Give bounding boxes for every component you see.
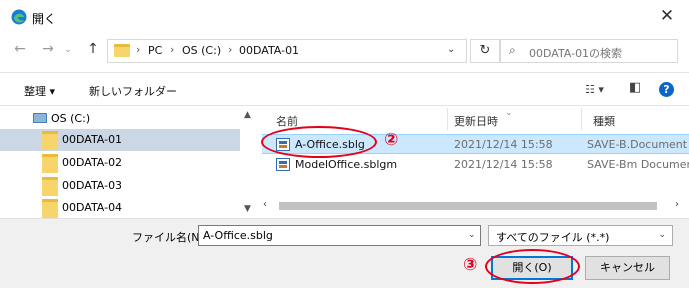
file-row-a-office[interactable]: A-Office.sblg 2021/12/14 15:58 SAVE-B.Do…	[262, 134, 689, 154]
folder-icon	[42, 131, 58, 150]
file-date: 2021/12/14 15:58	[454, 158, 553, 171]
search-box[interactable]: ⌕ 00DATA-01の検索	[500, 39, 678, 63]
refresh-button[interactable]: ↻	[470, 39, 500, 63]
filename-label: ファイル名(N):	[132, 231, 208, 244]
drive-icon	[33, 113, 47, 123]
up-arrow-icon[interactable]: ↑	[85, 41, 101, 57]
file-list-hscrollbar[interactable]: ‹ ›	[257, 197, 689, 215]
edge-browser-icon	[11, 9, 27, 25]
view-options-icon[interactable]: ☷ ▾	[585, 83, 604, 96]
filter-value: すべてのファイル (*.*)	[496, 231, 610, 244]
chevron-right-icon: ›	[170, 43, 175, 56]
file-type: SAVE-B.Document	[587, 138, 688, 151]
sort-indicator-icon: ⌄	[505, 108, 513, 118]
tree-item-label: 00DATA-04	[62, 201, 123, 214]
file-type: SAVE-Bm Document	[587, 158, 689, 171]
annotation-number-3: ③	[463, 255, 478, 275]
tree-item-drive[interactable]: OS (C:)	[0, 108, 240, 130]
file-name: ModelOffice.sblgm	[295, 158, 398, 171]
document-icon	[276, 138, 290, 151]
address-bar[interactable]: › PC › OS (C:) › 00DATA-01	[107, 39, 467, 63]
scroll-left-icon[interactable]: ‹	[263, 199, 267, 210]
chevron-down-icon[interactable]: ⌄	[468, 230, 476, 240]
forward-arrow-icon[interactable]: →	[40, 41, 56, 57]
scroll-down-icon[interactable]: ▼	[244, 204, 251, 214]
breadcrumb-pc[interactable]: PC	[148, 44, 162, 57]
tree-item-label: OS (C:)	[51, 112, 91, 125]
folder-icon	[42, 154, 58, 173]
file-row-modeloffice[interactable]: ModelOffice.sblgm 2021/12/14 15:58 SAVE-…	[262, 155, 689, 175]
tree-item-00data-01[interactable]: 00DATA-01	[0, 129, 240, 151]
breadcrumb-drive[interactable]: OS (C:)	[182, 44, 221, 57]
file-name: A-Office.sblg	[295, 138, 365, 151]
tree-item-label: 00DATA-01	[62, 133, 123, 146]
column-header-type[interactable]: 種類	[593, 113, 615, 129]
folder-icon	[42, 177, 58, 196]
folder-icon	[114, 44, 130, 57]
file-type-filter[interactable]: すべてのファイル (*.*) ⌄	[488, 225, 673, 246]
address-dropdown-icon[interactable]: ⌄	[447, 44, 455, 55]
breadcrumb-folder[interactable]: 00DATA-01	[239, 44, 299, 57]
chevron-down-icon: ⌄	[658, 230, 666, 240]
document-icon	[276, 158, 290, 171]
navigation-pane: OS (C:) 00DATA-01 00DATA-02 00DATA-03 00…	[0, 108, 262, 222]
search-icon: ⌕	[509, 43, 516, 57]
refresh-icon: ↻	[479, 43, 491, 58]
new-folder-button[interactable]: 新しいフォルダー	[89, 83, 177, 99]
column-header-name[interactable]: 名前	[276, 113, 298, 129]
search-placeholder: 00DATA-01の検索	[529, 47, 623, 60]
chevron-right-icon: ›	[228, 43, 233, 56]
dialog-footer: ファイル名(N): ⌄ すべてのファイル (*.*) ⌄ 開く(O) キャンセル	[0, 218, 689, 288]
annotation-number-2: ②	[384, 130, 399, 150]
window-title: 開く	[32, 12, 57, 26]
tree-item-00data-02[interactable]: 00DATA-02	[0, 152, 240, 174]
chevron-right-icon: ›	[136, 43, 141, 56]
tree-item-00data-03[interactable]: 00DATA-03	[0, 175, 240, 197]
tree-scrollbar[interactable]: ▲ ▼	[240, 108, 257, 218]
folder-icon	[42, 199, 58, 218]
open-button[interactable]: 開く(O)	[491, 256, 573, 280]
cancel-button[interactable]: キャンセル	[585, 256, 670, 280]
filename-field[interactable]	[198, 225, 481, 246]
scrollbar-thumb[interactable]	[279, 202, 657, 210]
column-header-date[interactable]: 更新日時	[454, 113, 498, 129]
chevron-down-icon[interactable]: ⌄	[60, 45, 76, 55]
back-arrow-icon[interactable]: ←	[12, 41, 28, 57]
close-icon[interactable]: ✕	[657, 6, 677, 26]
tree-item-label: 00DATA-02	[62, 156, 123, 169]
title-bar: 開く ✕	[0, 0, 689, 34]
scroll-up-icon[interactable]: ▲	[244, 110, 251, 120]
organize-button[interactable]: 整理 ▾	[24, 83, 55, 99]
column-divider[interactable]	[447, 108, 448, 130]
column-divider[interactable]	[581, 108, 582, 130]
scroll-right-icon[interactable]: ›	[675, 199, 679, 210]
tree-item-00data-04[interactable]: 00DATA-04	[0, 197, 240, 219]
preview-pane-icon[interactable]: ◧	[629, 80, 641, 95]
command-bar: 整理 ▾ 新しいフォルダー ☷ ▾ ◧ ?	[0, 72, 689, 106]
tree-item-label: 00DATA-03	[62, 179, 123, 192]
file-date: 2021/12/14 15:58	[454, 138, 553, 151]
filename-input[interactable]	[199, 226, 480, 245]
help-icon[interactable]: ?	[659, 82, 674, 97]
